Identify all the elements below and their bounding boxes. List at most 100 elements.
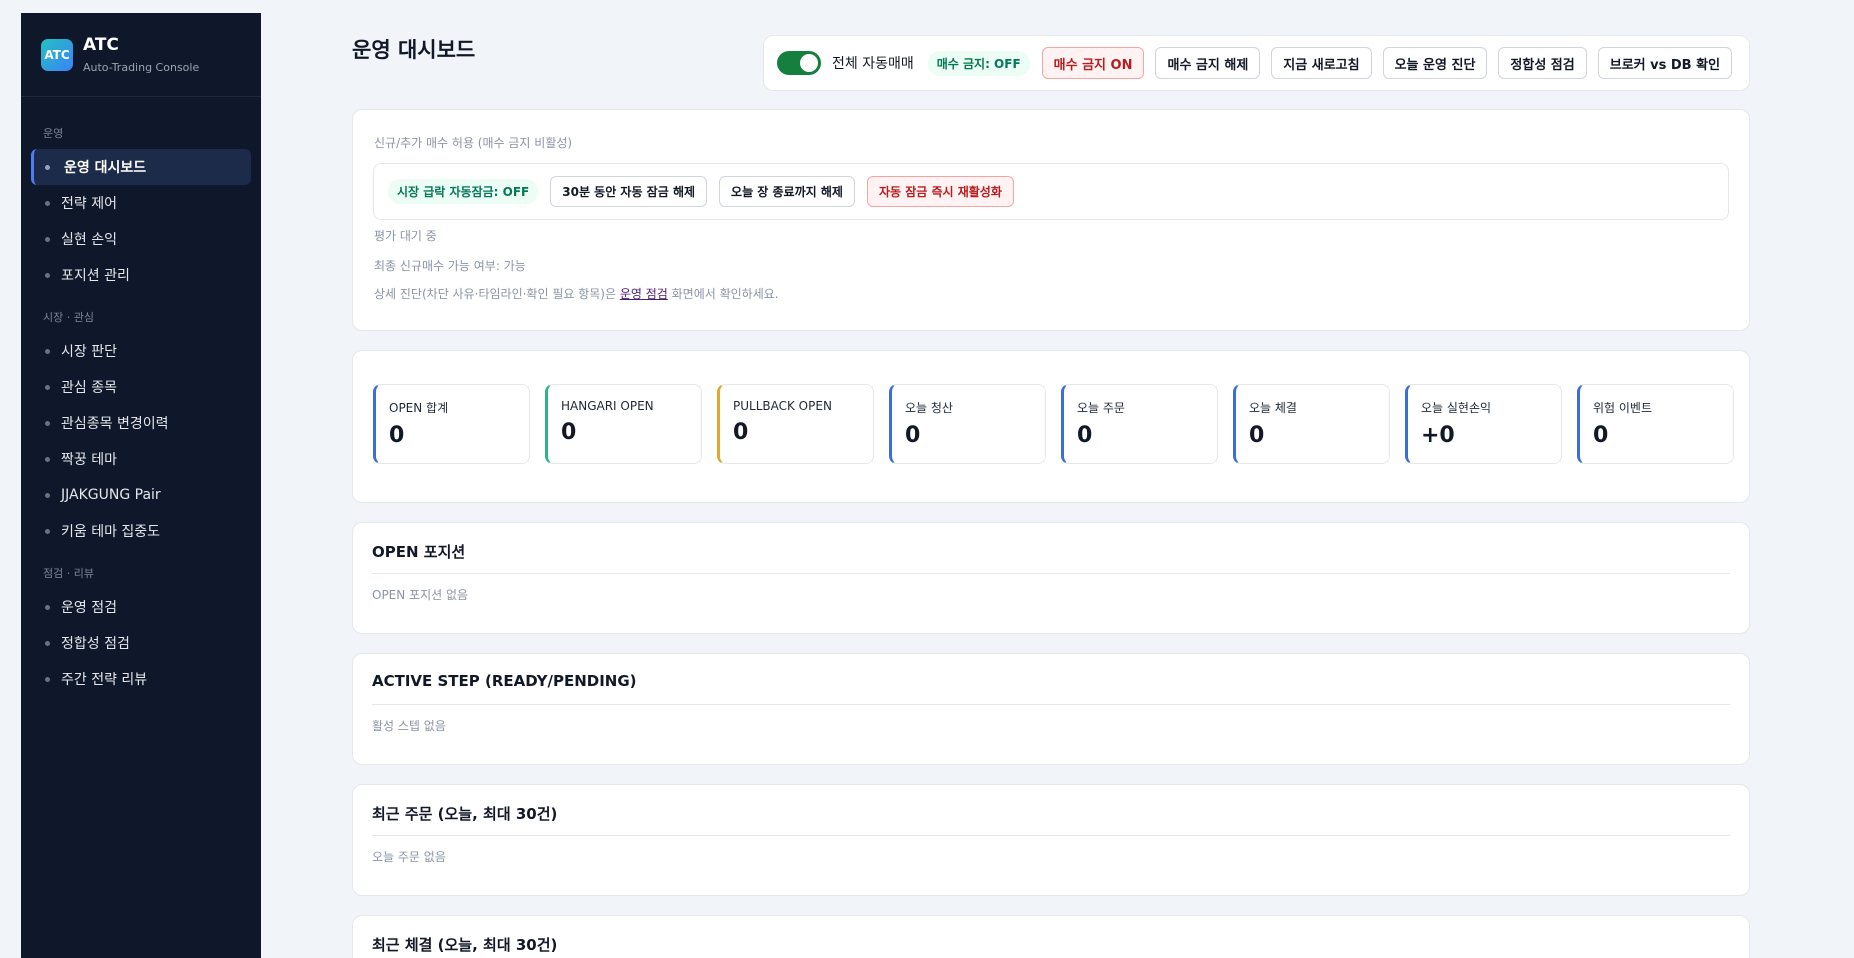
auto-lock-status-badge: 시장 급락 자동잠금: OFF: [388, 179, 539, 204]
bullet-icon: [45, 349, 50, 354]
sidebar-item-watchlist[interactable]: 관심 종목: [31, 369, 251, 405]
consistency-button[interactable]: 정합성 점검: [1498, 47, 1587, 79]
stat-today-orders: 오늘 주문 0: [1061, 384, 1218, 464]
sidebar-item-label: JJAKGUNG Pair: [61, 487, 161, 503]
empty-message: 오늘 주문 없음: [372, 850, 446, 864]
bullet-icon: [45, 165, 50, 170]
section-title: 최근 체결 (오늘, 최대 30건): [372, 936, 558, 954]
auto-trading-label: 전체 자동매매: [832, 56, 914, 72]
bullet-icon: [45, 457, 50, 462]
divider: [372, 835, 1730, 836]
sidebar-item-watchlist-history[interactable]: 관심종목 변경이력: [31, 405, 251, 441]
bullet-icon: [45, 385, 50, 390]
sidebar-item-pair-theme[interactable]: 짝꿍 테마: [31, 441, 251, 477]
buy-block-off-button[interactable]: 매수 금지 해제: [1155, 47, 1261, 79]
stat-today-fills: 오늘 체결 0: [1233, 384, 1390, 464]
stat-pullback-open: PULLBACK OPEN 0: [717, 384, 874, 464]
open-positions-card: OPEN 포지션 OPEN 포지션 없음: [352, 522, 1750, 634]
stat-open-total: OPEN 합계 0: [373, 384, 530, 464]
sidebar-item-label: 운영 점검: [61, 600, 117, 616]
sidebar-item-label: 운영 대시보드: [64, 160, 147, 176]
stats-card: OPEN 합계 0 HANGARI OPEN 0 PULLBACK OPEN 0 오늘…: [352, 350, 1750, 503]
buy-permission-label: 신규/추가 매수 허용 (매수 금지 비활성): [374, 136, 573, 150]
stat-hangari-open: HANGARI OPEN 0: [545, 384, 702, 464]
sidebar-item-jjakgung-pair[interactable]: JJAKGUNG Pair: [31, 477, 251, 513]
bullet-icon: [45, 677, 50, 682]
auto-lock-controls: 시장 급락 자동잠금: OFF 30분 동안 자동 잠금 해제 오늘 장 종료까…: [373, 163, 1729, 220]
buy-block-on-button[interactable]: 매수 금지 ON: [1041, 47, 1145, 79]
refresh-button[interactable]: 지금 새로고침: [1271, 47, 1372, 79]
unlock-30min-button[interactable]: 30분 동안 자동 잠금 해제: [550, 176, 708, 207]
bullet-icon: [45, 421, 50, 426]
section-title: ACTIVE STEP (READY/PENDING): [372, 672, 637, 690]
stat-label: 위험 이벤트: [1593, 401, 1653, 415]
sidebar-item-ops-check[interactable]: 운영 점검: [31, 589, 251, 625]
stat-label: 오늘 주문: [1077, 401, 1125, 415]
stat-value: 0: [733, 420, 749, 445]
stat-today-realized-pnl: 오늘 실현손익 +0: [1405, 384, 1562, 464]
auto-trading-toggle[interactable]: [777, 51, 821, 75]
buy-block-status-badge: 매수 금지: OFF: [927, 50, 1030, 76]
stat-label: 오늘 체결: [1249, 401, 1297, 415]
brand-subtitle: Auto-Trading Console: [83, 61, 200, 74]
sidebar-item-label: 주간 전략 리뷰: [61, 672, 148, 688]
stat-value: 0: [561, 420, 577, 445]
page-title: 운영 대시보드: [352, 38, 476, 62]
sidebar-item-strategy-control[interactable]: 전략 제어: [31, 185, 251, 221]
sidebar-item-kiwoom-theme[interactable]: 키움 테마 집중도: [31, 513, 251, 549]
section-title: 최근 주문 (오늘, 최대 30건): [372, 805, 558, 823]
sidebar-item-label: 관심종목 변경이력: [61, 416, 169, 432]
brand-logo: ATC: [41, 38, 73, 71]
sidebar-item-realized-pnl[interactable]: 실현 손익: [31, 221, 251, 257]
sidebar-item-label: 포지션 관리: [61, 268, 130, 284]
stat-value: 0: [389, 423, 405, 448]
stat-label: HANGARI OPEN: [561, 399, 654, 413]
sidebar-item-label: 실현 손익: [61, 232, 117, 248]
sidebar-item-ops-dashboard[interactable]: 운영 대시보드: [31, 149, 251, 185]
bullet-icon: [45, 605, 50, 610]
nav-section-review: 점검 · 리뷰: [43, 567, 94, 580]
recent-orders-card: 최근 주문 (오늘, 최대 30건) 오늘 주문 없음: [352, 784, 1750, 896]
brand-title: ATC: [83, 35, 119, 55]
sidebar-item-label: 시장 판단: [61, 344, 117, 360]
stat-label: 오늘 실현손익: [1421, 401, 1492, 415]
sidebar: ATC ATC Auto-Trading Console 운영 운영 대시보드 …: [21, 13, 261, 958]
stat-label: OPEN 합계: [389, 401, 449, 415]
divider: [372, 704, 1730, 705]
broker-vs-db-button[interactable]: 브로커 vs DB 확인: [1597, 47, 1733, 79]
sidebar-item-label: 짝꿍 테마: [61, 452, 117, 468]
stat-value: 0: [905, 423, 921, 448]
bullet-icon: [45, 641, 50, 646]
bullet-icon: [45, 493, 50, 498]
stat-value: 0: [1249, 423, 1265, 448]
sidebar-item-label: 전략 제어: [61, 196, 117, 212]
stat-value: +0: [1421, 423, 1455, 448]
empty-message: 활성 스텝 없음: [372, 719, 446, 733]
bullet-icon: [45, 529, 50, 534]
bullet-icon: [45, 237, 50, 242]
recent-fills-card: 최근 체결 (오늘, 최대 30건): [352, 915, 1750, 958]
ops-check-link[interactable]: 운영 점검: [620, 287, 668, 301]
divider: [372, 573, 1730, 574]
empty-message: OPEN 포지션 없음: [372, 588, 469, 602]
stat-today-closed: 오늘 청산 0: [889, 384, 1046, 464]
sidebar-item-label: 관심 종목: [61, 380, 117, 396]
stat-label: PULLBACK OPEN: [733, 399, 832, 413]
nav-section-operations: 운영: [43, 127, 64, 140]
bullet-icon: [45, 273, 50, 278]
brand[interactable]: ATC ATC Auto-Trading Console: [21, 13, 261, 97]
sidebar-item-weekly-review[interactable]: 주간 전략 리뷰: [31, 661, 251, 697]
diagnose-button[interactable]: 오늘 운영 진단: [1382, 47, 1488, 79]
sidebar-item-label: 키움 테마 집중도: [61, 524, 161, 540]
unlock-today-button[interactable]: 오늘 장 종료까지 해제: [719, 176, 855, 207]
nav-section-market: 시장 · 관심: [43, 311, 94, 324]
toolbar: 전체 자동매매 매수 금지: OFF 매수 금지 ON 매수 금지 해제 지금 …: [763, 35, 1750, 91]
detail-note: 상세 진단(차단 사유·타임라인·확인 필요 항목)은 운영 점검 화면에서 확…: [374, 285, 779, 302]
sidebar-item-consistency[interactable]: 정합성 점검: [31, 625, 251, 661]
sidebar-item-label: 정합성 점검: [61, 636, 130, 652]
final-buy-availability: 최종 신규매수 가능 여부: 가능: [374, 259, 526, 273]
sidebar-item-market-judgment[interactable]: 시장 판단: [31, 333, 251, 369]
relock-button[interactable]: 자동 잠금 즉시 재활성화: [866, 176, 1014, 207]
sidebar-item-position-mgmt[interactable]: 포지션 관리: [31, 257, 251, 293]
buy-permission-card: 신규/추가 매수 허용 (매수 금지 비활성) 시장 급락 자동잠금: OFF …: [352, 109, 1750, 331]
